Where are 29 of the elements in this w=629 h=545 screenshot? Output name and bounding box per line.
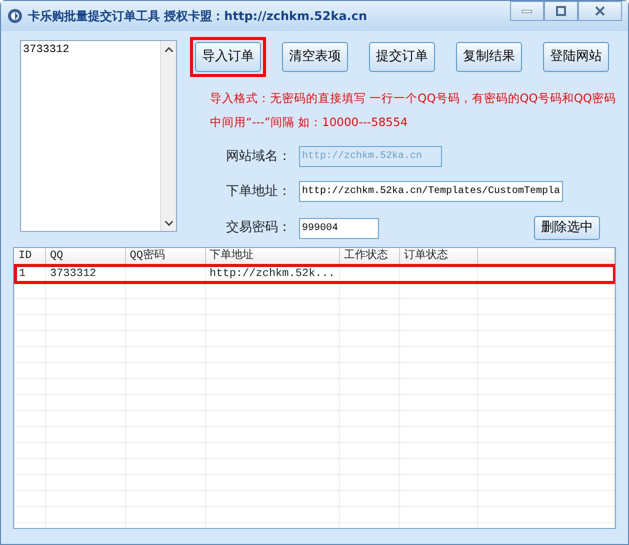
toolbar-button[interactable]: 导入订单 xyxy=(195,42,261,72)
window-title: 卡乐购批量提交订单工具 授权卡盟：http://zchkm.52ka.cn xyxy=(28,8,368,25)
minimize-button[interactable] xyxy=(510,1,544,21)
toolbar-button[interactable]: 登陆网站 xyxy=(543,42,609,72)
column-header[interactable]: QQ xyxy=(45,248,126,265)
format-hint: 中间用“---”间隔 如：10000---58554 xyxy=(210,114,409,131)
maximize-button[interactable] xyxy=(544,1,578,21)
delete-selected-button[interactable]: 删除选中 xyxy=(534,216,600,240)
field-label: 下单地址： xyxy=(226,182,292,201)
input-field[interactable]: 999004 xyxy=(299,218,379,238)
app-icon xyxy=(7,8,23,24)
scroll-up-icon xyxy=(164,46,172,52)
close-icon xyxy=(595,6,605,16)
column-header[interactable]: QQ密码 xyxy=(125,248,206,265)
toolbar-button[interactable]: 清空表项 xyxy=(282,42,348,72)
scroll-down-icon xyxy=(164,220,172,226)
minimize-icon xyxy=(522,10,532,12)
column-header[interactable]: ID xyxy=(14,248,46,265)
close-button[interactable] xyxy=(578,1,622,21)
field-label: 网站域名： xyxy=(226,148,292,166)
format-hint: 导入格式：无密码的直接填写 一行一个QQ号码，有密码的QQ号码和QQ密码 xyxy=(210,90,617,107)
column-header[interactable]: 下单地址 xyxy=(205,248,340,265)
maximize-icon xyxy=(556,6,566,16)
input-field[interactable]: http://zchkm.52ka.cn/Templates/CustomTempla xyxy=(299,181,563,202)
column-header[interactable]: 工作状态 xyxy=(339,248,400,265)
field-label: 交易密码： xyxy=(226,219,292,238)
column-header[interactable]: 订单状态 xyxy=(399,248,478,265)
toolbar-button[interactable]: 提交订单 xyxy=(369,42,435,72)
toolbar-button[interactable]: 复制结果 xyxy=(456,42,522,72)
